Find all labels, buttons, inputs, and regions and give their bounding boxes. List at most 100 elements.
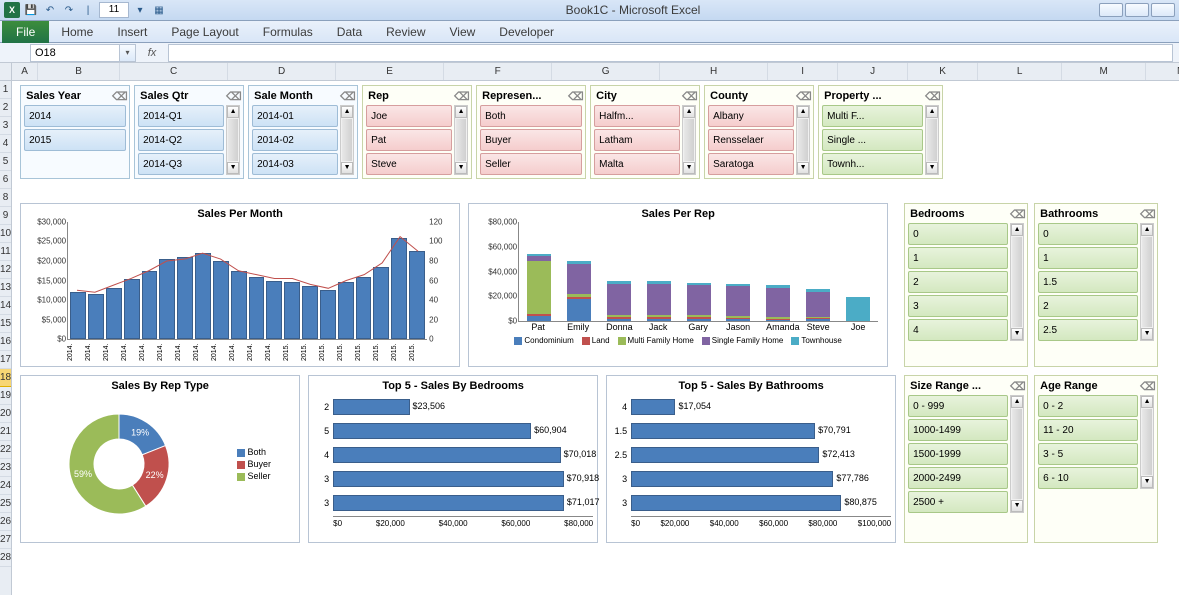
row-header[interactable]: 1 [0, 81, 11, 99]
clear-filter-icon[interactable]: ⌫ [1010, 380, 1022, 392]
slicer-item[interactable]: 2014-02 [252, 129, 338, 151]
slicer-item[interactable]: 4 [908, 319, 1008, 341]
slicer-item[interactable]: Malta [594, 153, 680, 175]
slicer-item[interactable]: Buyer [480, 129, 582, 151]
row-header[interactable]: 26 [0, 513, 11, 531]
column-header[interactable]: I [768, 63, 838, 80]
row-header[interactable]: 6 [0, 171, 11, 189]
qat-number-box[interactable]: 11 [99, 2, 129, 18]
row-header[interactable]: 16 [0, 333, 11, 351]
row-header[interactable]: 15 [0, 315, 11, 333]
row-header[interactable]: 18 [0, 369, 11, 387]
slicer-item[interactable]: 0 - 999 [908, 395, 1008, 417]
clear-filter-icon[interactable]: ⌫ [682, 90, 694, 102]
slicer-item[interactable]: Pat [366, 129, 452, 151]
slicer-item[interactable]: 0 [1038, 223, 1138, 245]
row-header[interactable]: 24 [0, 477, 11, 495]
close-button[interactable] [1151, 3, 1175, 17]
slicer-item[interactable]: Townh... [822, 153, 923, 175]
slicer-item[interactable]: Latham [594, 129, 680, 151]
slicer-item[interactable]: Halfm... [594, 105, 680, 127]
slicer-item[interactable]: 2500 + [908, 491, 1008, 513]
qat-more-icon[interactable]: ▦ [151, 2, 167, 18]
redo-icon[interactable]: ↷ [61, 2, 77, 18]
slicer-item[interactable]: 2015 [24, 129, 126, 151]
clear-filter-icon[interactable]: ⌫ [1140, 208, 1152, 220]
slicer-item[interactable]: 2014-Q3 [138, 153, 224, 175]
slicer-item[interactable]: 2014-Q2 [138, 129, 224, 151]
slicer-item[interactable]: Saratoga [708, 153, 794, 175]
column-header[interactable]: F [444, 63, 552, 80]
row-header[interactable]: 5 [0, 153, 11, 171]
slicer-scrollbar[interactable]: ▲▼ [1010, 223, 1024, 341]
slicer-item[interactable]: 6 - 10 [1038, 467, 1138, 489]
clear-filter-icon[interactable]: ⌫ [1010, 208, 1022, 220]
slicer-item[interactable]: Multi F... [822, 105, 923, 127]
clear-filter-icon[interactable]: ⌫ [226, 90, 238, 102]
column-header[interactable]: M [1062, 63, 1146, 80]
column-header[interactable]: L [978, 63, 1062, 80]
column-header[interactable]: J [838, 63, 908, 80]
row-header[interactable]: 28 [0, 549, 11, 567]
clear-filter-icon[interactable]: ⌫ [454, 90, 466, 102]
slicer-scrollbar[interactable]: ▲▼ [340, 105, 354, 175]
undo-icon[interactable]: ↶ [42, 2, 58, 18]
slicer-item[interactable]: Joe [366, 105, 452, 127]
row-header[interactable]: 9 [0, 207, 11, 225]
slicer-item[interactable]: Seller [480, 153, 582, 175]
row-header[interactable]: 22 [0, 441, 11, 459]
slicer-scrollbar[interactable]: ▲▼ [925, 105, 939, 175]
maximize-button[interactable] [1125, 3, 1149, 17]
row-header[interactable]: 10 [0, 225, 11, 243]
row-header[interactable]: 25 [0, 495, 11, 513]
row-header[interactable]: 4 [0, 135, 11, 153]
slicer-item[interactable]: 1 [908, 247, 1008, 269]
qat-dropdown-icon[interactable]: ▾ [132, 2, 148, 18]
column-header[interactable]: N [1146, 63, 1179, 80]
slicer-scrollbar[interactable]: ▲▼ [1140, 223, 1154, 341]
file-tab[interactable]: File [2, 21, 49, 43]
select-all-corner[interactable] [0, 63, 11, 81]
slicer-item[interactable]: 2014-03 [252, 153, 338, 175]
ribbon-tab-data[interactable]: Data [325, 22, 374, 42]
column-header[interactable]: A [12, 63, 38, 80]
row-header[interactable]: 13 [0, 279, 11, 297]
column-header[interactable]: B [38, 63, 120, 80]
minimize-button[interactable] [1099, 3, 1123, 17]
row-header[interactable]: 17 [0, 351, 11, 369]
slicer-item[interactable]: 0 [908, 223, 1008, 245]
clear-filter-icon[interactable]: ⌫ [1140, 380, 1152, 392]
slicer-item[interactable]: 0 - 2 [1038, 395, 1138, 417]
ribbon-tab-home[interactable]: Home [49, 22, 105, 42]
clear-filter-icon[interactable]: ⌫ [112, 90, 124, 102]
ribbon-tab-page-layout[interactable]: Page Layout [159, 22, 250, 42]
row-header[interactable]: 14 [0, 297, 11, 315]
slicer-scrollbar[interactable]: ▲▼ [796, 105, 810, 175]
slicer-scrollbar[interactable]: ▲▼ [226, 105, 240, 175]
row-header[interactable]: 23 [0, 459, 11, 477]
slicer-item[interactable]: 2014-Q1 [138, 105, 224, 127]
column-header[interactable]: K [908, 63, 978, 80]
slicer-item[interactable]: 3 - 5 [1038, 443, 1138, 465]
row-header[interactable]: 20 [0, 405, 11, 423]
slicer-item[interactable]: 1500-1999 [908, 443, 1008, 465]
column-header[interactable]: D [228, 63, 336, 80]
slicer-item[interactable]: Rensselaer [708, 129, 794, 151]
ribbon-tab-insert[interactable]: Insert [105, 22, 159, 42]
ribbon-tab-formulas[interactable]: Formulas [251, 22, 325, 42]
row-header[interactable]: 12 [0, 261, 11, 279]
slicer-scrollbar[interactable]: ▲▼ [682, 105, 696, 175]
slicer-item[interactable]: 2014 [24, 105, 126, 127]
row-header[interactable]: 2 [0, 99, 11, 117]
slicer-scrollbar[interactable]: ▲▼ [1010, 395, 1024, 513]
slicer-scrollbar[interactable]: ▲▼ [1140, 395, 1154, 489]
name-box[interactable]: O18 [30, 44, 120, 62]
row-header[interactable]: 8 [0, 189, 11, 207]
slicer-item[interactable]: Albany [708, 105, 794, 127]
slicer-item[interactable]: Steve [366, 153, 452, 175]
slicer-item[interactable]: 1 [1038, 247, 1138, 269]
name-box-dropdown-icon[interactable]: ▾ [120, 44, 136, 62]
slicer-item[interactable]: 3 [908, 295, 1008, 317]
ribbon-tab-developer[interactable]: Developer [487, 22, 566, 42]
slicer-scrollbar[interactable]: ▲▼ [454, 105, 468, 175]
